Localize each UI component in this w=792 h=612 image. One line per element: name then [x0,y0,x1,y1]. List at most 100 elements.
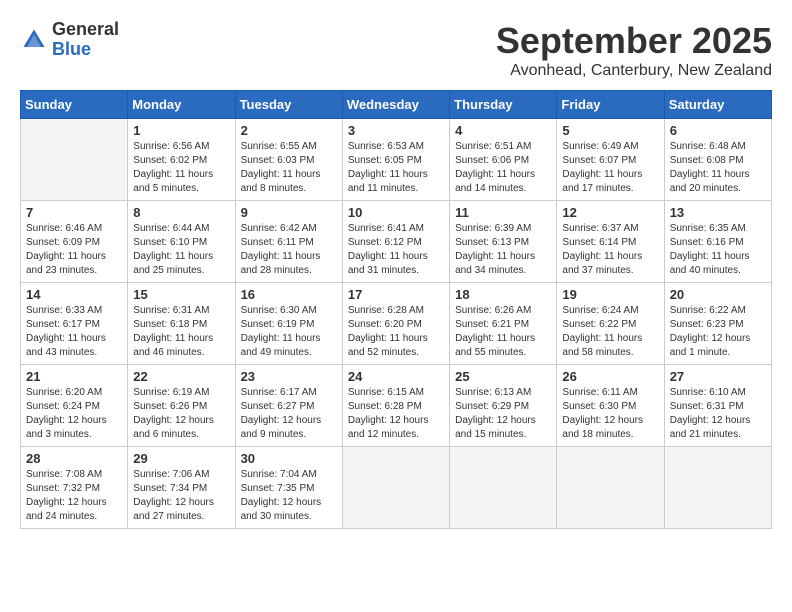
day-number: 25 [455,369,551,384]
day-info: Sunrise: 7:06 AM Sunset: 7:34 PM Dayligh… [133,468,229,524]
day-info: Sunrise: 6:53 AM Sunset: 6:05 PM Dayligh… [348,140,444,196]
day-number: 12 [562,205,658,220]
calendar-cell: 12 Sunrise: 6:37 AM Sunset: 6:14 PM Dayli… [557,201,664,283]
calendar-cell: 19 Sunrise: 6:24 AM Sunset: 6:22 PM Dayli… [557,283,664,365]
week-row-4: 28 Sunrise: 7:08 AM Sunset: 7:32 PM Dayli… [21,447,772,529]
calendar-cell: 6 Sunrise: 6:48 AM Sunset: 6:08 PM Daylig… [664,119,771,201]
day-info: Sunrise: 6:44 AM Sunset: 6:10 PM Dayligh… [133,222,229,278]
page-header: General Blue September 2025 Avonhead, Ca… [20,20,772,80]
day-number: 6 [670,123,766,138]
day-number: 24 [348,369,444,384]
calendar-cell: 13 Sunrise: 6:35 AM Sunset: 6:16 PM Dayli… [664,201,771,283]
day-number: 7 [26,205,122,220]
day-info: Sunrise: 6:51 AM Sunset: 6:06 PM Dayligh… [455,140,551,196]
day-info: Sunrise: 6:11 AM Sunset: 6:30 PM Dayligh… [562,386,658,442]
calendar-cell: 14 Sunrise: 6:33 AM Sunset: 6:17 PM Dayli… [21,283,128,365]
day-info: Sunrise: 6:15 AM Sunset: 6:28 PM Dayligh… [348,386,444,442]
calendar-cell [557,447,664,529]
day-number: 13 [670,205,766,220]
day-info: Sunrise: 6:10 AM Sunset: 6:31 PM Dayligh… [670,386,766,442]
day-number: 23 [241,369,337,384]
day-info: Sunrise: 6:31 AM Sunset: 6:18 PM Dayligh… [133,304,229,360]
day-number: 17 [348,287,444,302]
day-info: Sunrise: 6:37 AM Sunset: 6:14 PM Dayligh… [562,222,658,278]
calendar-cell: 4 Sunrise: 6:51 AM Sunset: 6:06 PM Daylig… [450,119,557,201]
day-info: Sunrise: 6:24 AM Sunset: 6:22 PM Dayligh… [562,304,658,360]
day-number: 18 [455,287,551,302]
day-info: Sunrise: 6:22 AM Sunset: 6:23 PM Dayligh… [670,304,766,360]
day-number: 8 [133,205,229,220]
header-saturday: Saturday [664,91,771,119]
day-number: 3 [348,123,444,138]
day-info: Sunrise: 6:48 AM Sunset: 6:08 PM Dayligh… [670,140,766,196]
logo-general: General [52,20,119,40]
calendar-cell: 24 Sunrise: 6:15 AM Sunset: 6:28 PM Dayli… [342,365,449,447]
calendar: SundayMondayTuesdayWednesdayThursdayFrid… [20,90,772,529]
day-info: Sunrise: 7:08 AM Sunset: 7:32 PM Dayligh… [26,468,122,524]
day-number: 2 [241,123,337,138]
title-block: September 2025 Avonhead, Canterbury, New… [496,20,772,80]
header-friday: Friday [557,91,664,119]
header-monday: Monday [128,91,235,119]
day-number: 28 [26,451,122,466]
calendar-body: 1Sunrise: 6:56 AM Sunset: 6:02 PM Daylig… [21,119,772,529]
week-row-2: 14 Sunrise: 6:33 AM Sunset: 6:17 PM Dayli… [21,283,772,365]
day-info: Sunrise: 6:33 AM Sunset: 6:17 PM Dayligh… [26,304,122,360]
day-number: 15 [133,287,229,302]
day-number: 26 [562,369,658,384]
logo-icon [20,26,48,54]
day-number: 4 [455,123,551,138]
day-number: 21 [26,369,122,384]
calendar-cell: 10 Sunrise: 6:41 AM Sunset: 6:12 PM Dayli… [342,201,449,283]
header-thursday: Thursday [450,91,557,119]
calendar-cell: 17 Sunrise: 6:28 AM Sunset: 6:20 PM Dayli… [342,283,449,365]
day-info: Sunrise: 6:13 AM Sunset: 6:29 PM Dayligh… [455,386,551,442]
day-info: Sunrise: 6:17 AM Sunset: 6:27 PM Dayligh… [241,386,337,442]
day-number: 29 [133,451,229,466]
month-title: September 2025 [496,20,772,62]
calendar-cell [342,447,449,529]
header-sunday: Sunday [21,91,128,119]
week-row-3: 21Sunrise: 6:20 AM Sunset: 6:24 PM Dayli… [21,365,772,447]
day-info: Sunrise: 6:35 AM Sunset: 6:16 PM Dayligh… [670,222,766,278]
day-number: 16 [241,287,337,302]
day-number: 19 [562,287,658,302]
day-number: 14 [26,287,122,302]
week-row-1: 7 Sunrise: 6:46 AM Sunset: 6:09 PM Daylig… [21,201,772,283]
day-number: 30 [241,451,337,466]
calendar-cell: 3 Sunrise: 6:53 AM Sunset: 6:05 PM Daylig… [342,119,449,201]
calendar-cell: 5Sunrise: 6:49 AM Sunset: 6:07 PM Daylig… [557,119,664,201]
day-info: Sunrise: 6:28 AM Sunset: 6:20 PM Dayligh… [348,304,444,360]
day-info: Sunrise: 6:42 AM Sunset: 6:11 PM Dayligh… [241,222,337,278]
calendar-cell: 16Sunrise: 6:30 AM Sunset: 6:19 PM Dayli… [235,283,342,365]
day-info: Sunrise: 6:41 AM Sunset: 6:12 PM Dayligh… [348,222,444,278]
calendar-cell: 28 Sunrise: 7:08 AM Sunset: 7:32 PM Dayli… [21,447,128,529]
day-number: 5 [562,123,658,138]
calendar-cell: 25 Sunrise: 6:13 AM Sunset: 6:29 PM Dayli… [450,365,557,447]
header-wednesday: Wednesday [342,91,449,119]
calendar-cell [21,119,128,201]
calendar-cell: 21Sunrise: 6:20 AM Sunset: 6:24 PM Dayli… [21,365,128,447]
calendar-cell [664,447,771,529]
calendar-cell: 15 Sunrise: 6:31 AM Sunset: 6:18 PM Dayli… [128,283,235,365]
calendar-cell: 1Sunrise: 6:56 AM Sunset: 6:02 PM Daylig… [128,119,235,201]
calendar-cell: 23 Sunrise: 6:17 AM Sunset: 6:27 PM Dayli… [235,365,342,447]
calendar-cell: 11 Sunrise: 6:39 AM Sunset: 6:13 PM Dayli… [450,201,557,283]
day-number: 27 [670,369,766,384]
calendar-cell: 8 Sunrise: 6:44 AM Sunset: 6:10 PM Daylig… [128,201,235,283]
calendar-cell: 30Sunrise: 7:04 AM Sunset: 7:35 PM Dayli… [235,447,342,529]
day-number: 11 [455,205,551,220]
day-number: 10 [348,205,444,220]
day-number: 9 [241,205,337,220]
logo-blue: Blue [52,40,119,60]
day-info: Sunrise: 6:39 AM Sunset: 6:13 PM Dayligh… [455,222,551,278]
header-row: SundayMondayTuesdayWednesdayThursdayFrid… [21,91,772,119]
calendar-cell: 9 Sunrise: 6:42 AM Sunset: 6:11 PM Daylig… [235,201,342,283]
logo: General Blue [20,20,119,60]
day-number: 20 [670,287,766,302]
calendar-cell: 26 Sunrise: 6:11 AM Sunset: 6:30 PM Dayli… [557,365,664,447]
header-tuesday: Tuesday [235,91,342,119]
day-info: Sunrise: 6:26 AM Sunset: 6:21 PM Dayligh… [455,304,551,360]
calendar-cell: 7 Sunrise: 6:46 AM Sunset: 6:09 PM Daylig… [21,201,128,283]
day-info: Sunrise: 6:46 AM Sunset: 6:09 PM Dayligh… [26,222,122,278]
